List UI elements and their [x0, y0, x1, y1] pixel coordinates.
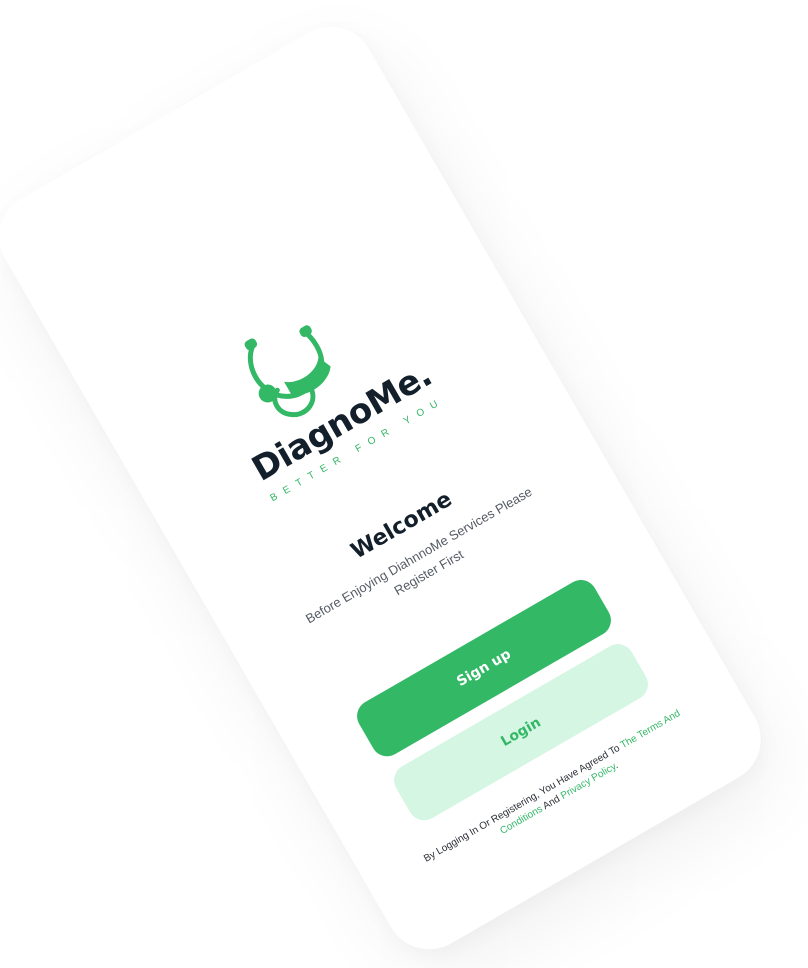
welcome-screen: DiagnoMe. BETTER FOR YOU Welcome Before …: [0, 11, 777, 966]
phone-frame: DiagnoMe. BETTER FOR YOU Welcome Before …: [0, 10, 777, 966]
stage: DiagnoMe. BETTER FOR YOU Welcome Before …: [0, 0, 808, 968]
brand-logo: DiagnoMe. BETTER FOR YOU: [193, 265, 447, 504]
